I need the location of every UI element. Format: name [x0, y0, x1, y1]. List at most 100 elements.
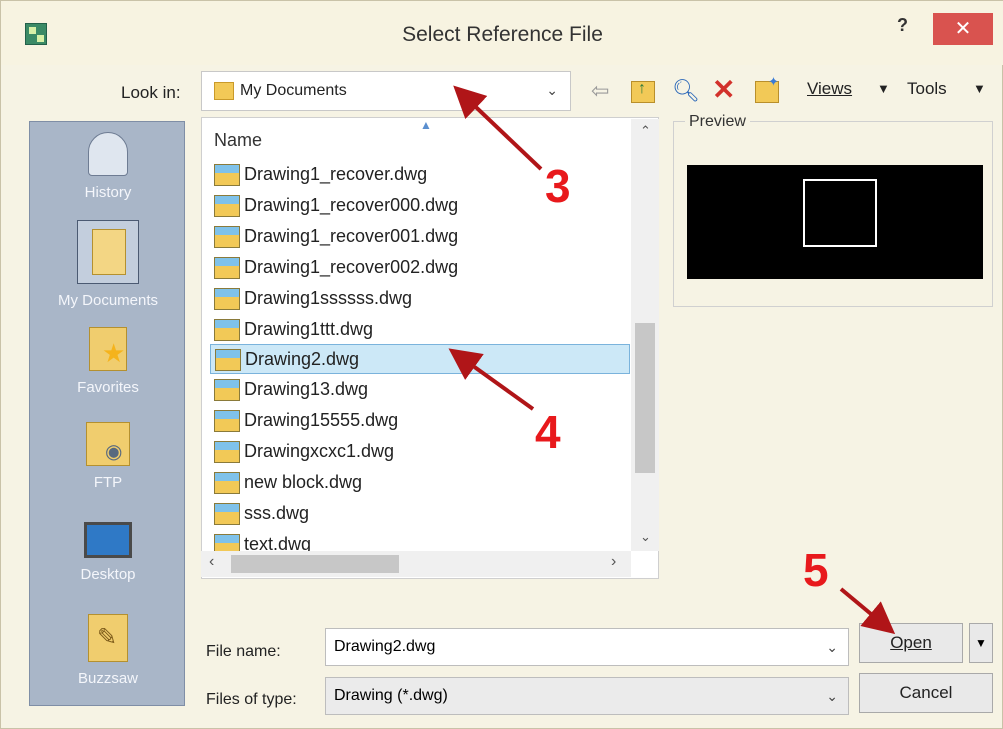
annotation-number-4: 4 — [535, 406, 561, 458]
dwg-file-icon — [214, 288, 240, 310]
close-icon: ✕ — [954, 18, 972, 40]
file-row[interactable]: Drawing1ssssss.dwg — [210, 284, 630, 314]
file-row[interactable]: Drawing15555.dwg — [210, 406, 630, 436]
vertical-scroll-thumb[interactable] — [635, 323, 655, 473]
dwg-file-icon — [214, 195, 240, 217]
preview-label: Preview — [685, 113, 750, 131]
history-icon — [88, 132, 128, 176]
horizontal-scrollbar[interactable]: ‹ › — [201, 551, 631, 577]
delete-icon[interactable]: ✕ — [712, 73, 735, 106]
preview-rectangle-shape — [803, 179, 877, 247]
views-menu[interactable]: Views — [807, 79, 852, 99]
annotation-number-3: 3 — [545, 160, 571, 212]
dwg-file-icon — [214, 257, 240, 279]
dwg-file-icon — [214, 503, 240, 525]
file-name: Drawing1_recover.dwg — [244, 164, 428, 184]
chevron-down-icon: ⌄ — [546, 82, 558, 98]
file-type-value: Drawing (*.dwg) — [334, 687, 448, 704]
file-row[interactable]: Drawingxcxc1.dwg — [210, 437, 630, 467]
file-name: Drawing1ttt.dwg — [244, 319, 374, 339]
close-button[interactable]: ✕ — [933, 13, 993, 45]
file-name: Drawing1_recover000.dwg — [244, 195, 459, 215]
cancel-button[interactable]: Cancel — [859, 673, 993, 713]
file-name-input[interactable]: Drawing2.dwg ⌄ — [325, 628, 849, 666]
name-column-header[interactable]: Name — [214, 130, 262, 151]
horizontal-scroll-thumb[interactable] — [231, 555, 399, 573]
places-bar: History My Documents Favorites FTP Deskt… — [29, 121, 185, 706]
chevron-down-icon[interactable]: ⌄ — [826, 639, 838, 655]
place-label: History — [84, 184, 132, 201]
dwg-file-icon — [214, 164, 240, 186]
place-my-documents[interactable]: My Documents — [30, 220, 186, 309]
dwg-file-icon — [214, 410, 240, 432]
desktop-icon — [84, 522, 132, 558]
place-desktop[interactable]: Desktop — [30, 522, 186, 583]
look-in-label: Look in: — [121, 83, 181, 102]
file-name: Drawing1ssssss.dwg — [244, 288, 413, 308]
file-name-label: File name: — [206, 643, 281, 660]
my-documents-icon — [77, 220, 139, 284]
file-name: Drawing1_recover002.dwg — [244, 257, 459, 277]
search-icon[interactable]: 🔍︎ — [672, 78, 700, 104]
title-bar: Select Reference File ? ✕ — [1, 1, 1003, 65]
back-icon[interactable]: ⇦ — [591, 78, 609, 104]
file-row[interactable]: Drawing1_recover001.dwg — [210, 222, 630, 252]
tools-dropdown-arrow-icon[interactable]: ▼ — [973, 81, 986, 96]
file-name: Drawing15555.dwg — [244, 410, 399, 430]
tools-menu[interactable]: Tools — [907, 79, 947, 99]
dwg-file-icon — [214, 441, 240, 463]
dwg-file-icon — [214, 379, 240, 401]
folder-icon — [214, 82, 234, 100]
favorites-icon — [89, 327, 127, 371]
dwg-file-icon — [214, 319, 240, 341]
place-label: Desktop — [80, 566, 136, 583]
file-list[interactable]: Name ▲ Drawing1_recover.dwg Drawing1_rec… — [201, 117, 659, 579]
file-name: sss.dwg — [244, 503, 310, 523]
look-in-value: My Documents — [240, 82, 347, 99]
look-in-combobox[interactable]: My Documents ⌄ — [201, 71, 571, 111]
dwg-file-icon — [214, 226, 240, 248]
open-options-dropdown-icon[interactable]: ▼ — [969, 623, 993, 663]
chevron-down-icon: ⌄ — [826, 688, 838, 704]
ftp-icon — [86, 422, 130, 466]
select-reference-file-dialog: Select Reference File ? ✕ Look in: My Do… — [0, 0, 1003, 729]
annotation-number-5: 5 — [803, 544, 829, 596]
scroll-left-icon[interactable]: ‹ — [209, 553, 214, 571]
file-name: new block.dwg — [244, 472, 363, 492]
place-favorites[interactable]: Favorites — [30, 327, 186, 396]
place-label: Buzzsaw — [77, 670, 139, 687]
file-name: Drawing1_recover001.dwg — [244, 226, 459, 246]
file-row-selected[interactable]: Drawing2.dwg — [210, 344, 630, 374]
file-name: Drawing13.dwg — [244, 379, 369, 399]
place-buzzsaw[interactable]: Buzzsaw — [30, 614, 186, 687]
scroll-down-icon[interactable]: ⌄ — [640, 529, 651, 545]
file-name-value: Drawing2.dwg — [334, 638, 436, 655]
file-row[interactable]: sss.dwg — [210, 499, 630, 529]
file-row[interactable]: Drawing1_recover002.dwg — [210, 253, 630, 283]
files-of-type-label: Files of type: — [206, 691, 297, 708]
scroll-right-icon[interactable]: › — [611, 553, 616, 571]
buzzsaw-icon — [88, 614, 128, 662]
place-label: Favorites — [77, 379, 139, 396]
scroll-up-icon[interactable]: ⌃ — [640, 123, 651, 139]
file-name: Drawingxcxc1.dwg — [244, 441, 395, 461]
dwg-file-icon — [215, 349, 241, 371]
window-title: Select Reference File — [402, 23, 603, 46]
sort-ascending-icon: ▲ — [420, 118, 432, 132]
place-ftp[interactable]: FTP — [30, 422, 186, 491]
file-row[interactable]: Drawing1ttt.dwg — [210, 315, 630, 345]
dwg-file-icon — [214, 472, 240, 494]
files-of-type-select[interactable]: Drawing (*.dwg) ⌄ — [325, 677, 849, 715]
place-label: My Documents — [57, 292, 159, 309]
place-history[interactable]: History — [30, 132, 186, 201]
file-name: Drawing2.dwg — [245, 349, 360, 369]
views-dropdown-arrow-icon[interactable]: ▼ — [877, 81, 890, 96]
help-button[interactable]: ? — [897, 15, 908, 36]
file-row[interactable]: Drawing13.dwg — [210, 375, 630, 405]
new-folder-icon[interactable] — [755, 74, 779, 103]
open-button[interactable]: Open — [859, 623, 963, 663]
up-folder-icon[interactable] — [631, 80, 655, 103]
file-row[interactable]: new block.dwg — [210, 468, 630, 498]
vertical-scrollbar[interactable]: ⌃ ⌄ — [631, 119, 659, 551]
place-label: FTP — [93, 474, 123, 491]
